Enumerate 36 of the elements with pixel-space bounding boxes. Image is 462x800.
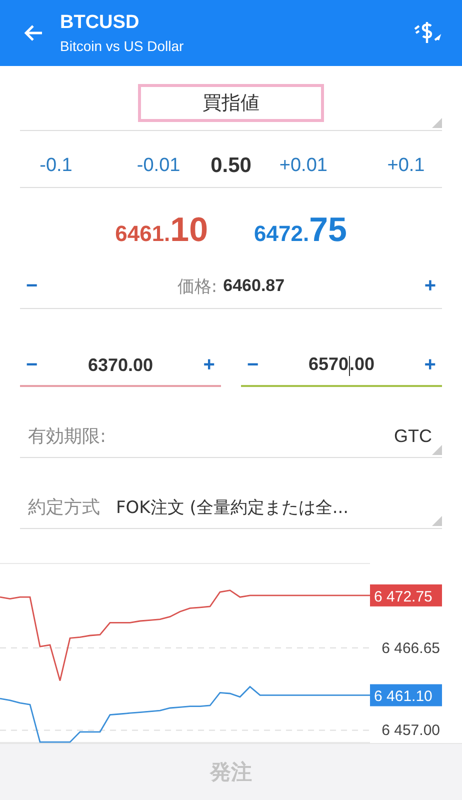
bid-price: 6461.10: [115, 210, 208, 250]
expiration-dropdown[interactable]: 有効期限: GTC: [20, 415, 442, 458]
symbol-title: BTCUSD: [60, 12, 140, 34]
dropdown-corner-icon: [432, 516, 442, 526]
filling-dropdown[interactable]: 約定方式 FOK注文 (全量約定または全...: [20, 486, 442, 529]
stop-price-value: 6370.00: [88, 354, 154, 376]
ask-price: 6472.75: [254, 210, 347, 250]
decrease-button[interactable]: −: [20, 354, 44, 376]
volume-value: 0.50: [210, 154, 252, 178]
stop-price-field[interactable]: − 6370.00 +: [20, 345, 221, 387]
axis-tick-label: 6 457.00: [382, 722, 440, 740]
volume-step-button[interactable]: -0.01: [118, 155, 199, 177]
expiration-value: GTC: [394, 426, 432, 446]
expiration-label: 有効期限:: [28, 425, 106, 448]
price-tag: 6 472.75: [370, 584, 442, 606]
axis-tick-label: 6 466.65: [382, 640, 440, 657]
increase-button[interactable]: +: [197, 354, 221, 376]
stop-price-field[interactable]: − 6570.00 +: [241, 345, 442, 387]
decrease-button[interactable]: −: [241, 354, 265, 376]
price-value[interactable]: 6460.87: [223, 276, 285, 296]
increase-button[interactable]: +: [418, 274, 442, 298]
price-tag: 6 461.10: [370, 684, 442, 706]
symbol-description: Bitcoin vs US Dollar: [60, 38, 185, 54]
filling-value: FOK注文 (全量約定または全...: [116, 496, 349, 518]
dropdown-corner-icon: [432, 118, 442, 128]
volume-step-button[interactable]: +0.01: [263, 155, 344, 177]
dropdown-corner-icon: [432, 445, 442, 455]
decrease-button[interactable]: −: [20, 274, 44, 298]
order-type-dropdown[interactable]: 買指値: [138, 84, 324, 122]
filling-label: 約定方式: [28, 496, 100, 519]
price-label: 価格:: [177, 276, 218, 298]
currency-exchange-icon[interactable]: [412, 20, 442, 46]
stop-price-value: 6570.00: [308, 354, 375, 376]
volume-step-button[interactable]: -0.1: [20, 155, 92, 177]
increase-button[interactable]: +: [418, 354, 442, 376]
volume-step-button[interactable]: +0.1: [370, 155, 442, 177]
